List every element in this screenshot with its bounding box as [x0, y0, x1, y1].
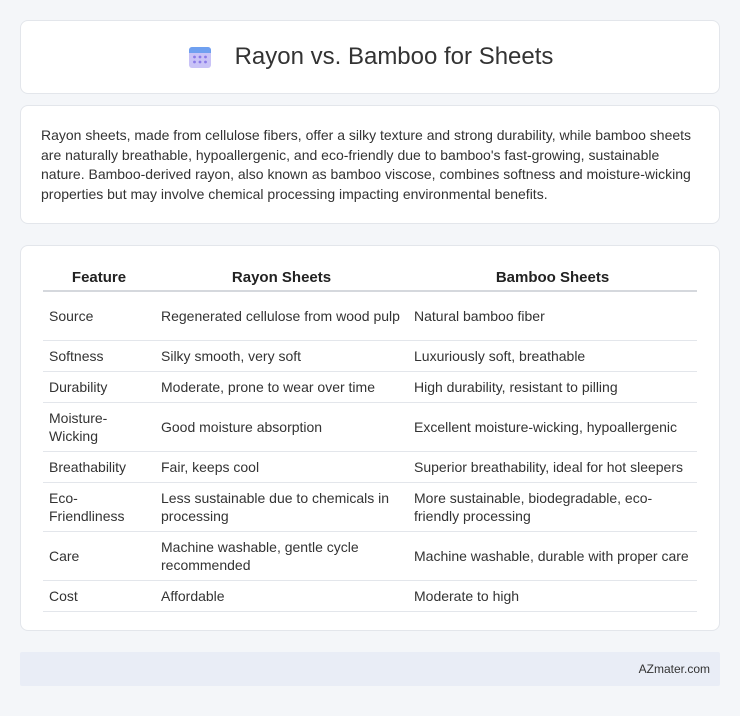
intro-paragraph: Rayon sheets, made from cellulose fibers…: [41, 127, 692, 202]
row-feature: Breathability: [43, 452, 155, 483]
row-bamboo: High durability, resistant to pilling: [408, 372, 697, 403]
row-feature: Moisture-Wicking: [43, 403, 155, 452]
header: Rayon vs. Bamboo for Sheets: [187, 43, 554, 71]
table-row: Moisture-Wicking Good moisture absorptio…: [43, 403, 697, 452]
row-bamboo: Excellent moisture-wicking, hypoallergen…: [408, 403, 697, 452]
table-row: Eco-Friendliness Less sustainable due to…: [43, 483, 697, 532]
row-bamboo: Luxuriously soft, breathable: [408, 341, 697, 372]
row-rayon: Good moisture absorption: [155, 403, 408, 452]
row-feature: Care: [43, 532, 155, 581]
table-row: Breathability Fair, keeps cool Superior …: [43, 452, 697, 483]
row-rayon: Moderate, prone to wear over time: [155, 372, 408, 403]
header-feature: Feature: [43, 266, 155, 292]
comparison-table: Feature Rayon Sheets Bamboo Sheets Sourc…: [43, 266, 697, 612]
header-bamboo: Bamboo Sheets: [408, 266, 697, 292]
row-rayon: Less sustainable due to chemicals in pro…: [155, 483, 408, 532]
row-feature: Durability: [43, 372, 155, 403]
table-row: Source Regenerated cellulose from wood p…: [43, 292, 697, 341]
footer: AZmater.com: [20, 652, 720, 686]
header-card: Rayon vs. Bamboo for Sheets: [20, 20, 720, 94]
row-bamboo: More sustainable, biodegradable, eco-fri…: [408, 483, 697, 532]
row-bamboo: Superior breathability, ideal for hot sl…: [408, 452, 697, 483]
row-feature: Eco-Friendliness: [43, 483, 155, 532]
table-row: Cost Affordable Moderate to high: [43, 581, 697, 612]
calendar-icon: [187, 44, 213, 70]
row-bamboo: Natural bamboo fiber: [408, 292, 697, 341]
footer-source: AZmater.com: [638, 662, 710, 676]
page-title: Rayon vs. Bamboo for Sheets: [234, 43, 554, 70]
row-rayon: Affordable: [155, 581, 408, 612]
table-row: Care Machine washable, gentle cycle reco…: [43, 532, 697, 581]
row-rayon: Fair, keeps cool: [155, 452, 408, 483]
row-bamboo: Machine washable, durable with proper ca…: [408, 532, 697, 581]
row-rayon: Machine washable, gentle cycle recommend…: [155, 532, 408, 581]
row-feature: Cost: [43, 581, 155, 612]
row-rayon: Silky smooth, very soft: [155, 341, 408, 372]
header-rayon: Rayon Sheets: [155, 266, 408, 292]
row-feature: Source: [43, 292, 155, 341]
row-feature: Softness: [43, 341, 155, 372]
row-rayon: Regenerated cellulose from wood pulp: [155, 292, 408, 341]
intro-card: Rayon sheets, made from cellulose fibers…: [20, 105, 720, 224]
comparison-card: Feature Rayon Sheets Bamboo Sheets Sourc…: [20, 245, 720, 631]
row-bamboo: Moderate to high: [408, 581, 697, 612]
table-header-row: Feature Rayon Sheets Bamboo Sheets: [43, 266, 697, 292]
table-row: Durability Moderate, prone to wear over …: [43, 372, 697, 403]
table-row: Softness Silky smooth, very soft Luxurio…: [43, 341, 697, 372]
